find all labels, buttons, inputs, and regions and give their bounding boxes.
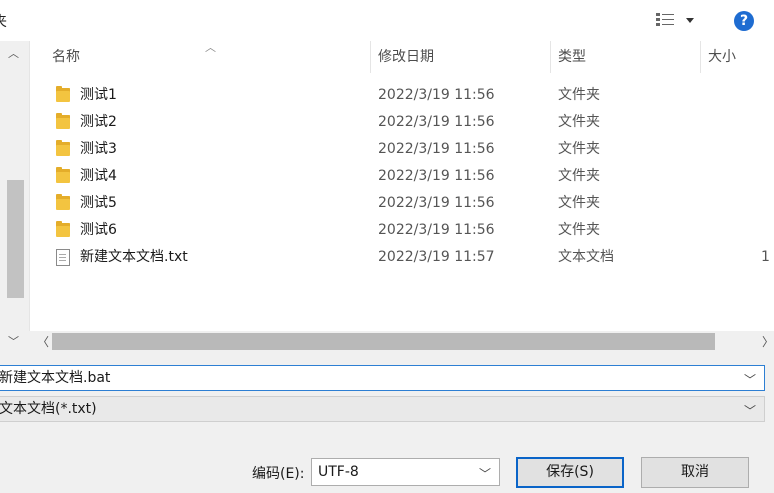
file-date: 2022/3/19 11:56 <box>378 222 495 238</box>
folder-icon <box>56 221 70 237</box>
chevron-down-icon[interactable]: ﹀ <box>744 371 756 388</box>
file-type: 文件夹 <box>558 87 600 103</box>
file-date: 2022/3/19 11:56 <box>378 141 495 157</box>
file-name: 测试3 <box>80 141 117 157</box>
horizontal-scrollbar[interactable]: 〈 〉 <box>29 331 774 353</box>
scroll-right-icon[interactable]: 〉 <box>762 333 774 350</box>
column-header-date[interactable]: 修改日期 <box>378 41 434 73</box>
text-file-icon <box>56 249 70 266</box>
folder-icon <box>56 194 70 210</box>
list-item[interactable]: 测试4 2022/3/19 11:56 文件夹 <box>30 163 774 190</box>
file-type: 文件夹 <box>558 195 600 211</box>
filetype-select[interactable]: 文本文档(*.txt) ﹀ <box>0 396 765 422</box>
encoding-value: UTF-8 <box>318 464 359 480</box>
filetype-value: 文本文档(*.txt) <box>0 401 97 417</box>
list-item[interactable]: 测试3 2022/3/19 11:56 文件夹 <box>30 136 774 163</box>
list-item[interactable]: 测试5 2022/3/19 11:56 文件夹 <box>30 190 774 217</box>
file-name: 测试4 <box>80 168 117 184</box>
horizontal-scrollbar-thumb[interactable] <box>52 333 715 350</box>
folder-icon <box>56 113 70 129</box>
scroll-left-icon[interactable]: 〈 <box>37 333 49 350</box>
file-date: 2022/3/19 11:56 <box>378 195 495 211</box>
view-options-icon[interactable] <box>655 12 677 28</box>
file-type: 文件夹 <box>558 114 600 130</box>
chevron-down-icon[interactable]: ﹀ <box>479 465 491 482</box>
column-divider[interactable] <box>370 41 371 73</box>
file-type: 文本文档 <box>558 249 614 265</box>
file-size: 1 <box>761 249 770 265</box>
column-divider[interactable] <box>550 41 551 73</box>
file-date: 2022/3/19 11:56 <box>378 168 495 184</box>
column-header-size[interactable]: 大小 <box>708 41 736 73</box>
encoding-label: 编码(E): <box>252 466 305 482</box>
file-list: 名称 ︿ 修改日期 类型 大小 测试1 2022/3/19 11:56 文件夹 … <box>29 41 774 353</box>
column-divider[interactable] <box>700 41 701 73</box>
list-item[interactable]: 新建文本文档.txt 2022/3/19 11:57 文本文档 1 <box>30 244 774 271</box>
filename-input[interactable]: 新建文本文档.bat <box>0 366 110 390</box>
list-item[interactable]: 测试2 2022/3/19 11:56 文件夹 <box>30 109 774 136</box>
file-date: 2022/3/19 11:56 <box>378 87 495 103</box>
column-header-name[interactable]: 名称 <box>52 41 80 73</box>
file-name: 测试1 <box>80 87 117 103</box>
encoding-select[interactable]: UTF-8 ﹀ <box>311 458 500 486</box>
chevron-down-icon[interactable]: ﹀ <box>744 402 756 419</box>
filename-combobox[interactable]: 新建文本文档.bat ﹀ <box>0 365 765 391</box>
file-name: 测试6 <box>80 222 117 238</box>
list-item[interactable]: 测试6 2022/3/19 11:56 文件夹 <box>30 217 774 244</box>
help-icon[interactable]: ? <box>734 11 754 31</box>
nav-scrollbar-thumb[interactable] <box>7 180 24 298</box>
sort-ascending-icon: ︿ <box>205 41 216 54</box>
list-item[interactable]: 测试1 2022/3/19 11:56 文件夹 <box>30 82 774 109</box>
file-name: 测试5 <box>80 195 117 211</box>
file-name: 新建文本文档.txt <box>80 249 188 265</box>
scroll-up-icon[interactable]: ︿ <box>8 45 19 61</box>
scroll-down-icon[interactable]: ﹀ <box>8 333 19 349</box>
file-type: 文件夹 <box>558 222 600 238</box>
cancel-button[interactable]: 取消 <box>641 457 749 488</box>
folder-icon <box>56 140 70 156</box>
file-type: 文件夹 <box>558 141 600 157</box>
file-name: 测试2 <box>80 114 117 130</box>
file-type: 文件夹 <box>558 168 600 184</box>
folder-icon <box>56 86 70 102</box>
save-button[interactable]: 保存(S) <box>516 457 624 488</box>
breadcrumb-fragment: 夹 <box>0 11 7 31</box>
file-date: 2022/3/19 11:56 <box>378 114 495 130</box>
folder-icon <box>56 167 70 183</box>
file-date: 2022/3/19 11:57 <box>378 249 495 265</box>
view-options-chevron-icon[interactable] <box>686 18 694 23</box>
column-header-type[interactable]: 类型 <box>558 41 586 73</box>
